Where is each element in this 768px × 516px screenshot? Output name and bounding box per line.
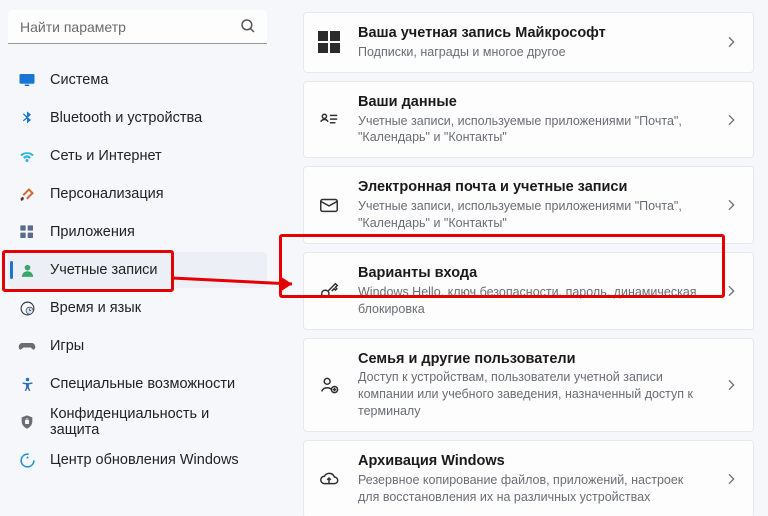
card-title: Семья и другие пользователи: [358, 350, 705, 369]
brush-icon: [18, 185, 36, 203]
card-your-info[interactable]: Ваши данные Учетные записи, используемые…: [303, 81, 754, 159]
nav-item-time[interactable]: Время и язык: [8, 290, 267, 326]
mail-icon: [318, 194, 340, 216]
id-card-icon: [318, 109, 340, 131]
chevron-right-icon: [723, 112, 739, 128]
nav-item-personalization[interactable]: Персонализация: [8, 176, 267, 212]
card-subtitle: Подписки, награды и многое другое: [358, 44, 705, 61]
card-family[interactable]: Семья и другие пользователи Доступ к уст…: [303, 338, 754, 432]
card-subtitle: Доступ к устройствам, пользователи учетн…: [358, 369, 705, 420]
windows-update-icon: [18, 451, 36, 469]
sidebar: Система Bluetooth и устройства Сеть и Ин…: [0, 0, 275, 516]
nav-item-network[interactable]: Сеть и Интернет: [8, 138, 267, 174]
nav-label: Центр обновления Windows: [50, 452, 239, 468]
chevron-right-icon: [723, 377, 739, 393]
key-icon: [318, 280, 340, 302]
system-icon: [18, 71, 36, 89]
card-title: Ваши данные: [358, 93, 705, 112]
microsoft-icon: [318, 31, 340, 53]
card-subtitle: Резервное копирование файлов, приложений…: [358, 472, 705, 506]
nav-label: Система: [50, 72, 108, 88]
card-title: Электронная почта и учетные записи: [358, 178, 705, 197]
nav-item-gaming[interactable]: Игры: [8, 328, 267, 364]
card-ms-account[interactable]: Ваша учетная запись Майкрософт Подписки,…: [303, 12, 754, 73]
nav-label: Персонализация: [50, 186, 164, 202]
cloud-backup-icon: [318, 468, 340, 490]
nav-label: Игры: [50, 338, 84, 354]
gamepad-icon: [18, 337, 36, 355]
card-subtitle: Учетные записи, используемые приложениям…: [358, 113, 705, 147]
apps-icon: [18, 223, 36, 241]
person-icon: [18, 261, 36, 279]
nav-label: Время и язык: [50, 300, 141, 316]
nav-item-update[interactable]: Центр обновления Windows: [8, 442, 267, 478]
people-add-icon: [318, 374, 340, 396]
wifi-icon: [18, 147, 36, 165]
card-subtitle: Учетные записи, используемые приложениям…: [358, 198, 705, 232]
chevron-right-icon: [723, 283, 739, 299]
search-icon: [239, 17, 257, 35]
card-title: Варианты входа: [358, 264, 705, 283]
nav-label: Специальные возможности: [50, 376, 235, 392]
nav-list: Система Bluetooth и устройства Сеть и Ин…: [8, 62, 267, 478]
search-wrap: [8, 10, 267, 44]
shield-icon: [18, 413, 36, 431]
chevron-right-icon: [723, 197, 739, 213]
nav-item-privacy[interactable]: Конфиденциальность и защита: [8, 404, 267, 440]
nav-item-accounts[interactable]: Учетные записи: [8, 252, 267, 288]
nav-label: Учетные записи: [50, 262, 158, 278]
nav-item-apps[interactable]: Приложения: [8, 214, 267, 250]
globe-clock-icon: [18, 299, 36, 317]
card-title: Архивация Windows: [358, 452, 705, 471]
card-backup[interactable]: Архивация Windows Резервное копирование …: [303, 440, 754, 516]
card-signin-options[interactable]: Варианты входа Windows Hello, ключ безоп…: [303, 252, 754, 330]
bluetooth-icon: [18, 109, 36, 127]
nav-label: Сеть и Интернет: [50, 148, 162, 164]
card-subtitle: Windows Hello, ключ безопасности, пароль…: [358, 284, 705, 318]
nav-item-bluetooth[interactable]: Bluetooth и устройства: [8, 100, 267, 136]
card-title: Ваша учетная запись Майкрософт: [358, 24, 705, 43]
chevron-right-icon: [723, 471, 739, 487]
nav-label: Приложения: [50, 224, 135, 240]
card-email-accounts[interactable]: Электронная почта и учетные записи Учетн…: [303, 166, 754, 244]
nav-item-accessibility[interactable]: Специальные возможности: [8, 366, 267, 402]
nav-label: Bluetooth и устройства: [50, 110, 202, 126]
nav-item-system[interactable]: Система: [8, 62, 267, 98]
nav-label: Конфиденциальность и защита: [50, 406, 259, 438]
main-content: Ваша учетная запись Майкрософт Подписки,…: [275, 0, 768, 516]
accessibility-icon: [18, 375, 36, 393]
search-input[interactable]: [8, 10, 267, 44]
chevron-right-icon: [723, 34, 739, 50]
